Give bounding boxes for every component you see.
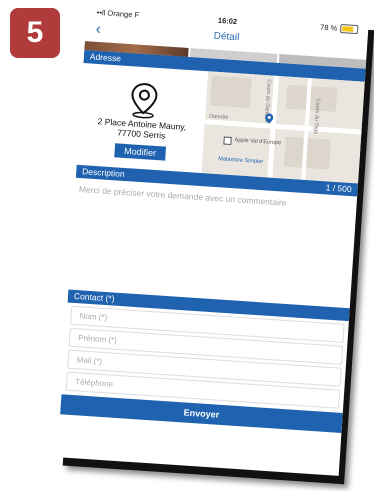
battery-indicator: 78 % xyxy=(320,23,359,35)
map-poi-label: Apple Val d'Europe xyxy=(234,137,282,147)
contact-form: Nom (*) Prénom (*) Mail (*) Téléphone xyxy=(62,305,349,409)
battery-icon xyxy=(339,23,359,35)
map-label: Danube xyxy=(208,113,229,121)
contact-section-label: Contact (*) xyxy=(73,290,115,304)
address-section-label: Adresse xyxy=(89,51,122,64)
modify-address-button[interactable]: Modifier xyxy=(114,143,166,161)
step-number-badge: 5 xyxy=(10,8,60,58)
map-block xyxy=(285,84,338,112)
address-block: 2 Place Antoine Mauny, 77700 Serris Modi… xyxy=(77,63,365,184)
store-icon xyxy=(223,136,232,146)
map-block xyxy=(209,75,252,109)
battery-percent: 78 % xyxy=(319,22,338,33)
character-counter: 1 / 500 xyxy=(325,182,352,195)
location-pin-icon xyxy=(130,83,157,119)
description-textarea[interactable]: Merci de préciser votre demande avec un … xyxy=(68,178,357,308)
map-pin-icon xyxy=(265,113,274,124)
location-map[interactable]: Cours du Danube Danube Cours du Tage App… xyxy=(201,71,365,184)
phone-screen: ••ll Orange F 16:02 78 % ‹ Détail Adress… xyxy=(57,3,369,476)
map-label: Matamore Simpler xyxy=(218,156,264,166)
battery-fill xyxy=(342,26,354,32)
map-road xyxy=(204,119,362,135)
description-section-label: Description xyxy=(81,166,126,179)
address-details: 2 Place Antoine Mauny, 77700 Serris Modi… xyxy=(77,63,208,173)
